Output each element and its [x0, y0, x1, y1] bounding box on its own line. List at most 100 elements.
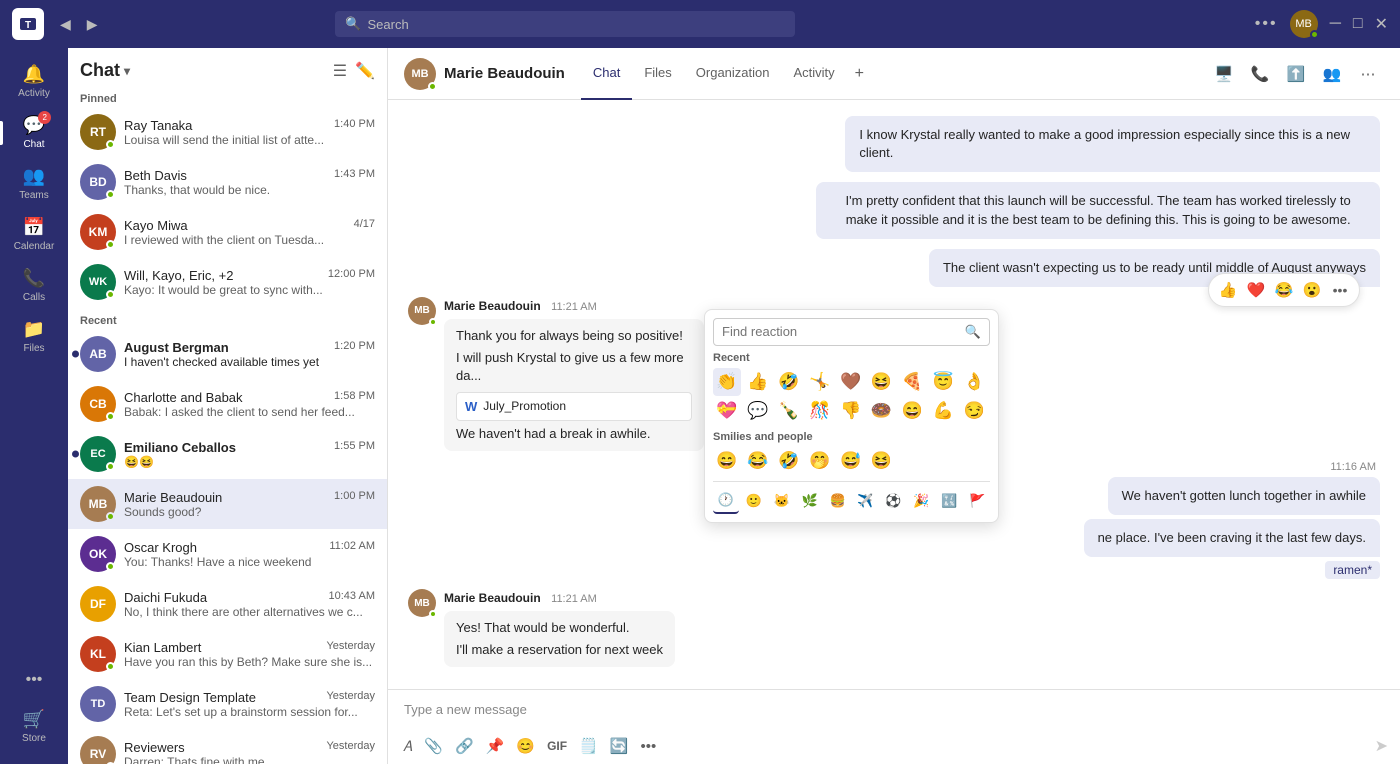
nav-forward-btn[interactable]: ▶: [83, 12, 102, 37]
emoji-cell[interactable]: 😇: [929, 368, 957, 396]
emoji-cell[interactable]: 😆: [867, 368, 895, 396]
heart-reaction-btn[interactable]: ❤️: [1243, 277, 1269, 303]
participants-btn[interactable]: 👥: [1316, 58, 1348, 90]
chat-time: 1:00 PM: [334, 490, 375, 505]
more-actions-btn[interactable]: ⋯: [1352, 58, 1384, 90]
nav-back-btn[interactable]: ◀: [56, 12, 75, 37]
user-avatar-top[interactable]: MB: [1290, 10, 1318, 38]
emoji-cat-nature-btn[interactable]: 🌿: [797, 488, 823, 514]
emoji-cell[interactable]: 🤎: [837, 368, 865, 396]
emoji-cell[interactable]: 💝: [713, 397, 741, 425]
emoji-cell[interactable]: 😄: [898, 397, 926, 425]
emoji-cell[interactable]: 👎: [837, 397, 865, 425]
call-btn[interactable]: 📞: [1244, 58, 1276, 90]
screen-share-btn[interactable]: 🖥️: [1208, 58, 1240, 90]
emoji-cell[interactable]: 😅: [837, 447, 865, 475]
chat-item-emiliano[interactable]: EC Emiliano Ceballos1:55 PM 😆😆: [68, 429, 387, 479]
thumbs-up-reaction-btn[interactable]: 👍: [1215, 277, 1241, 303]
chat-item-reviewers[interactable]: RV ReviewersYesterday Darren: Thats fine…: [68, 729, 387, 764]
format-btn[interactable]: 𝐴: [400, 735, 415, 758]
tab-activity[interactable]: Activity: [782, 48, 847, 100]
emoji-cat-smilies-btn[interactable]: 🙂: [741, 488, 767, 514]
emoji-cell[interactable]: 👏: [713, 368, 741, 396]
chat-item-kian[interactable]: KL Kian LambertYesterday Have you ran th…: [68, 629, 387, 679]
chat-item-team-design[interactable]: TD Team Design TemplateYesterday Reta: L…: [68, 679, 387, 729]
emoji-cat-travel-btn[interactable]: ✈️: [853, 488, 879, 514]
emoji-cell[interactable]: 🎊: [806, 397, 834, 425]
maximize-btn[interactable]: □: [1353, 15, 1363, 33]
emoji-cell[interactable]: 🍾: [775, 397, 803, 425]
tab-organization[interactable]: Organization: [684, 48, 782, 100]
emoji-search-input[interactable]: [722, 324, 959, 339]
minimize-btn[interactable]: ─: [1330, 15, 1341, 33]
emoji-cell[interactable]: 😏: [960, 397, 988, 425]
chat-item-daichi[interactable]: DF Daichi Fukuda10:43 AM No, I think the…: [68, 579, 387, 629]
nav-item-teams[interactable]: 👥 Teams: [0, 158, 68, 209]
emoji-cell[interactable]: 😄: [713, 447, 741, 475]
wow-reaction-btn[interactable]: 😮: [1299, 277, 1325, 303]
nav-item-store[interactable]: 🛒 Store: [22, 705, 46, 748]
emoji-cell[interactable]: 🤣: [775, 447, 803, 475]
emoji-cell[interactable]: 💬: [744, 397, 772, 425]
emoji-cat-activities-btn[interactable]: ⚽: [880, 488, 906, 514]
loop-btn[interactable]: 🔄: [607, 734, 632, 758]
chat-item-marie[interactable]: MB Marie Beaudouin1:00 PM Sounds good?: [68, 479, 387, 529]
emoji-cell[interactable]: 👌: [960, 368, 988, 396]
emoji-cat-animals-btn[interactable]: 🐱: [769, 488, 795, 514]
message-attachment[interactable]: W July_Promotion: [456, 392, 692, 421]
more-options-btn[interactable]: •••: [1255, 15, 1278, 33]
compose-input-field[interactable]: Type a new message: [400, 696, 1388, 732]
emoji-cell[interactable]: 😆: [867, 447, 895, 475]
nav-item-calendar[interactable]: 📅 Calendar: [0, 209, 68, 260]
emoji-cell[interactable]: 🍕: [898, 368, 926, 396]
message-content: Marie Beaudouin 11:21 AM Thank you for a…: [444, 297, 1380, 451]
new-chat-btn[interactable]: ✏️: [355, 61, 375, 81]
share-btn[interactable]: ⬆️: [1280, 58, 1312, 90]
chat-item-charlotte[interactable]: CB Charlotte and Babak1:58 PM Babak: I a…: [68, 379, 387, 429]
emoji-btn[interactable]: 😊: [513, 734, 538, 758]
chat-time: Yesterday: [326, 740, 375, 755]
emoji-cell[interactable]: 🤭: [806, 447, 834, 475]
emoji-cell[interactable]: 👍: [744, 368, 772, 396]
emoji-cell[interactable]: 🤸: [806, 368, 834, 396]
send-btn[interactable]: ➤: [1375, 736, 1388, 756]
sticker-btn[interactable]: 🗒️: [576, 734, 601, 758]
emoji-cat-food-btn[interactable]: 🍔: [825, 488, 851, 514]
emoji-cell[interactable]: 💪: [929, 397, 957, 425]
clip-btn[interactable]: 📌: [483, 734, 508, 758]
more-reactions-btn[interactable]: •••: [1327, 277, 1353, 303]
nav-item-chat[interactable]: 💬 2 Chat: [0, 107, 68, 158]
emoji-cat-flags-btn[interactable]: 🚩: [964, 488, 990, 514]
nav-item-activity[interactable]: 🔔 Activity: [0, 56, 68, 107]
close-btn[interactable]: ✕: [1375, 14, 1388, 34]
search-bar[interactable]: 🔍 Search: [335, 11, 795, 37]
more-compose-btn[interactable]: •••: [637, 735, 659, 758]
laugh-reaction-btn[interactable]: 😂: [1271, 277, 1297, 303]
nav-item-calls[interactable]: 📞 Calls: [0, 260, 68, 311]
attach-file-btn[interactable]: 📎: [421, 734, 446, 758]
chat-preview: Kayo: It would be great to sync with...: [124, 283, 375, 297]
chat-item-kayo[interactable]: KM Kayo Miwa4/17 I reviewed with the cli…: [68, 207, 387, 257]
chat-item-oscar[interactable]: OK Oscar Krogh11:02 AM You: Thanks! Have…: [68, 529, 387, 579]
chat-item-august[interactable]: AB August Bergman1:20 PM I haven't check…: [68, 329, 387, 379]
nav-more-btn[interactable]: •••: [26, 663, 43, 697]
tab-files[interactable]: Files: [632, 48, 683, 100]
emoji-cat-objects-btn[interactable]: 🎉: [908, 488, 934, 514]
meet-btn[interactable]: 🔗: [452, 734, 477, 758]
tab-add-btn[interactable]: +: [847, 48, 872, 100]
filter-btn[interactable]: ☰: [333, 61, 347, 81]
tab-chat[interactable]: Chat: [581, 48, 632, 100]
chat-item-ray[interactable]: RT Ray Tanaka1:40 PM Louisa will send th…: [68, 107, 387, 157]
nav-item-files[interactable]: 📁 Files: [0, 311, 68, 362]
gif-btn[interactable]: GIF: [544, 736, 570, 756]
chat-item-beth[interactable]: BD Beth Davis1:43 PM Thanks, that would …: [68, 157, 387, 207]
emoji-cell[interactable]: 🍩: [867, 397, 895, 425]
emoji-search-box[interactable]: 🔍: [713, 318, 990, 346]
svg-text:T: T: [25, 20, 31, 31]
chat-title-chevron[interactable]: ▾: [124, 64, 130, 78]
emoji-cat-symbols-btn[interactable]: 🔣: [936, 488, 962, 514]
emoji-cell[interactable]: 🤣: [775, 368, 803, 396]
emoji-cell[interactable]: 😂: [744, 447, 772, 475]
emoji-cat-recent-btn[interactable]: 🕐: [713, 488, 739, 514]
chat-item-will[interactable]: WK Will, Kayo, Eric, +212:00 PM Kayo: It…: [68, 257, 387, 307]
